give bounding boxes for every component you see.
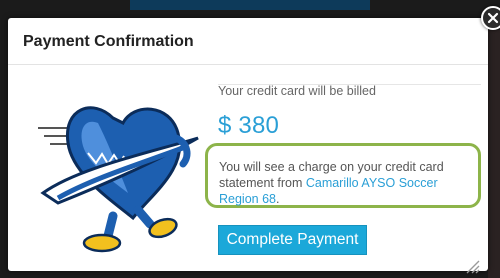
close-button[interactable]	[481, 6, 500, 30]
backdrop-header-band	[130, 0, 370, 10]
dialog-title: Payment Confirmation	[23, 33, 194, 50]
backdrop-edge	[488, 30, 500, 278]
ayso-mascot-icon	[38, 106, 199, 253]
close-icon	[487, 12, 499, 24]
payment-confirmation-dialog: Payment Confirmation Your credit card wi…	[8, 18, 488, 274]
charge-amount: $ 380	[218, 112, 280, 139]
complete-payment-button[interactable]: Complete Payment	[218, 225, 367, 255]
charge-notice-text: You will see a charge on your credit car…	[219, 159, 477, 207]
dialog-header: Payment Confirmation	[8, 18, 488, 65]
resize-grip-icon[interactable]	[464, 258, 480, 274]
billed-label: Your credit card will be billed	[218, 84, 376, 98]
notice-suffix: .	[276, 192, 280, 206]
